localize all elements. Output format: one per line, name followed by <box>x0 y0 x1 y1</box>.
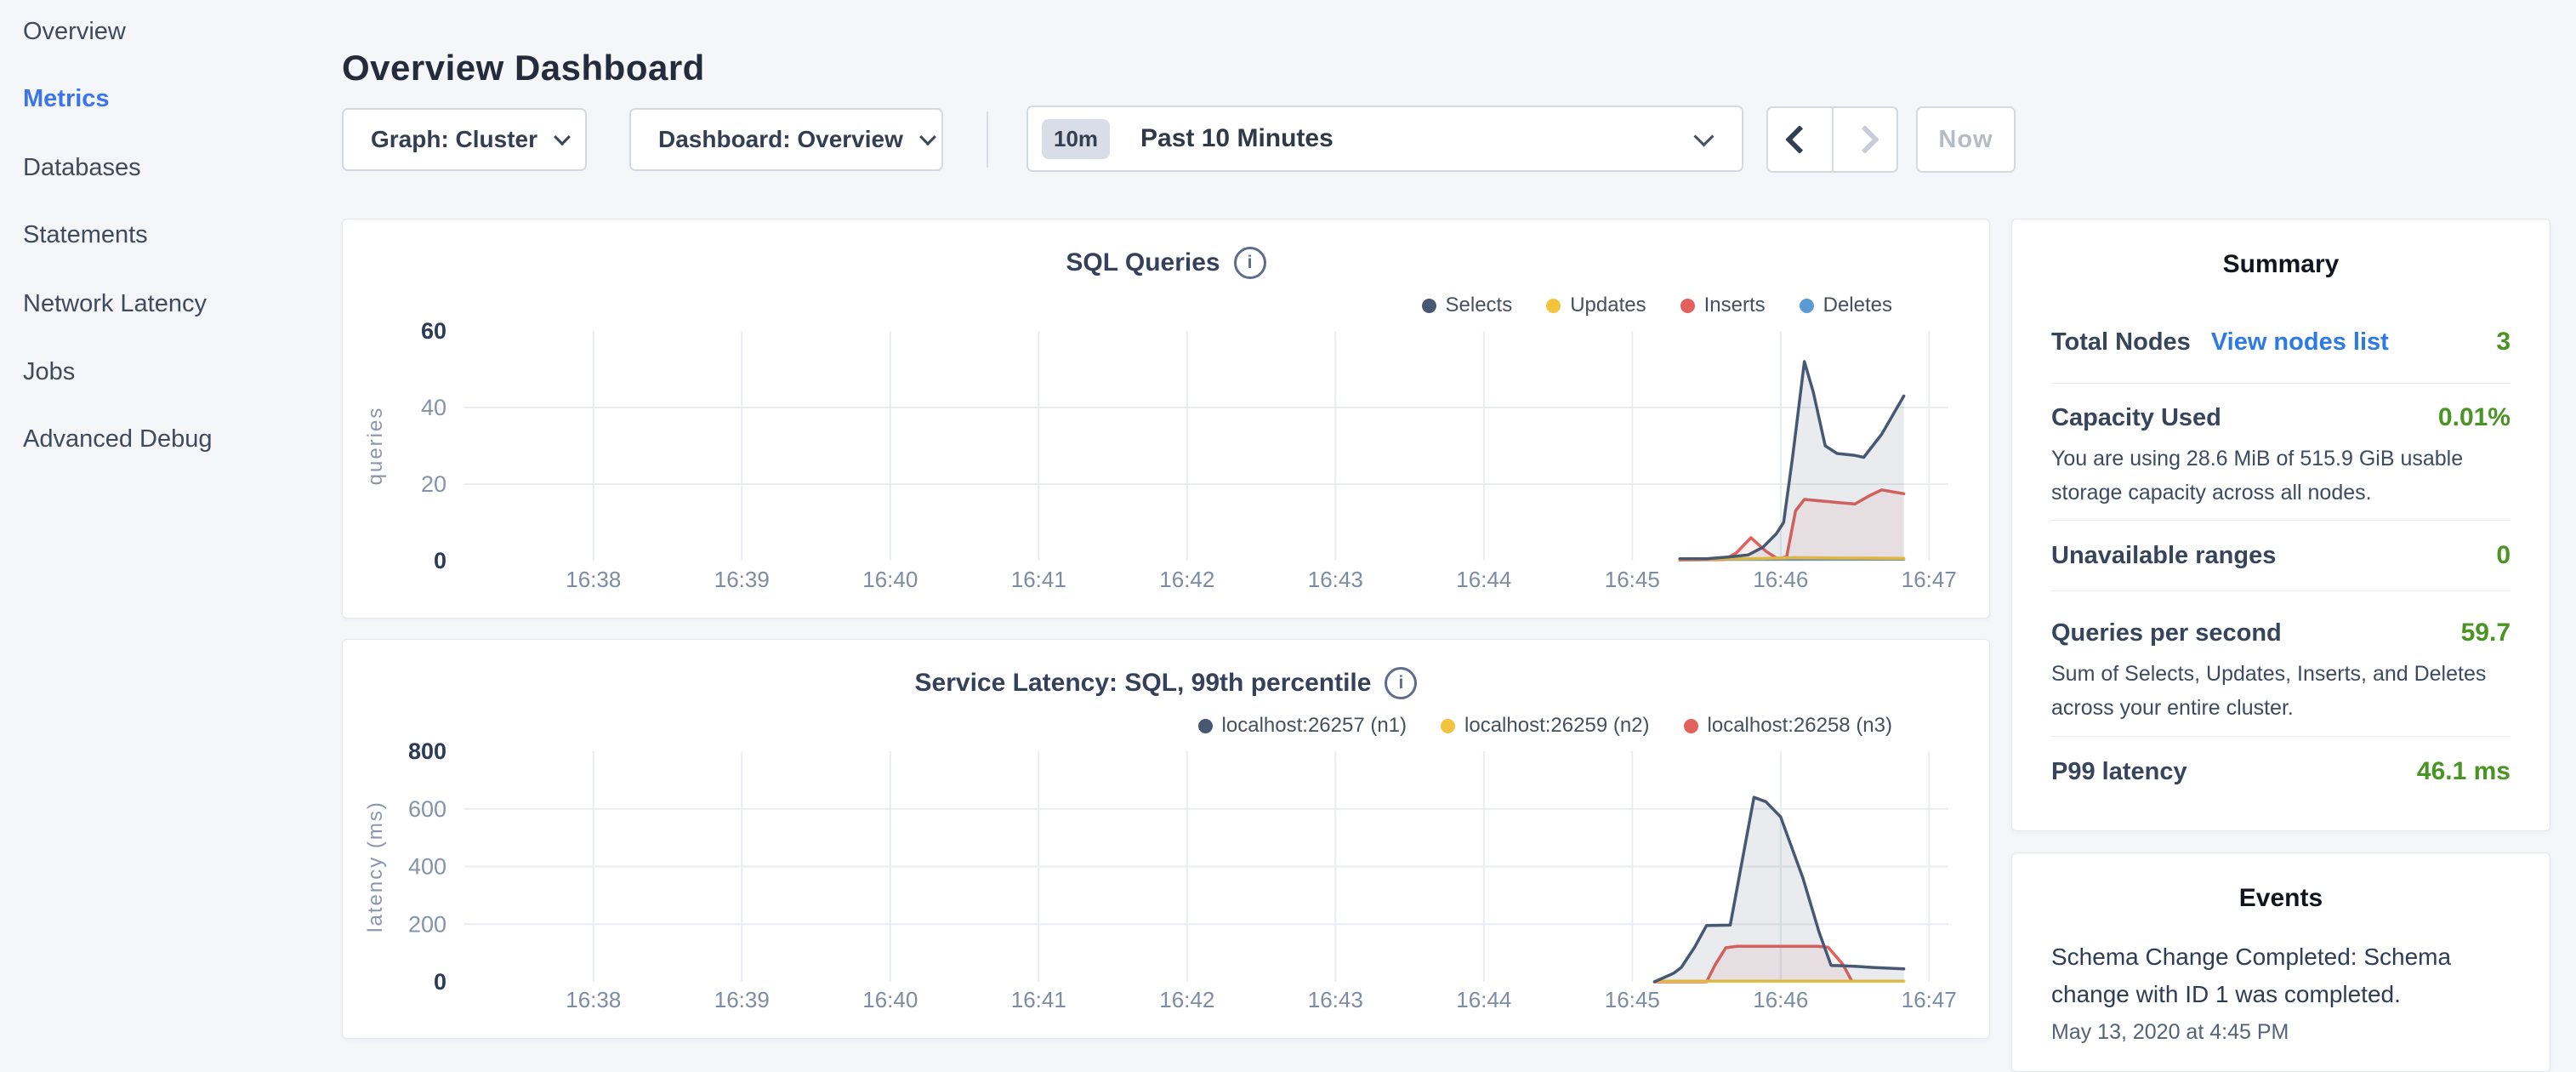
svg-text:latency (ms): latency (ms) <box>364 801 387 932</box>
sidebar-item-overview[interactable]: Overview <box>23 15 126 48</box>
next-range-button[interactable] <box>1834 108 1897 171</box>
summary-row-description: You are using 28.6 MiB of 515.9 GiB usab… <box>2051 442 2532 510</box>
summary-row-label: Capacity Used <box>2051 404 2221 432</box>
svg-text:16:44: 16:44 <box>1456 567 1511 592</box>
summary-row-label: P99 latency <box>2051 758 2187 786</box>
svg-text:0: 0 <box>434 548 446 573</box>
service-latency-plot[interactable]: 16:38 16:39 16:40 16:41 16:42 16:43 16:44 16:45… <box>343 640 1991 1040</box>
svg-text:16:41: 16:41 <box>1011 567 1066 592</box>
summary-row-label: Unavailable ranges <box>2051 542 2276 570</box>
summary-row-label: Total Nodes <box>2051 328 2191 356</box>
graph-scope-dropdown[interactable]: Graph: Cluster <box>342 108 587 171</box>
page-title: Overview Dashboard <box>342 48 705 88</box>
summary-divider <box>2051 590 2511 591</box>
svg-text:800: 800 <box>408 738 446 764</box>
summary-row-value: 0 <box>2496 541 2511 570</box>
graph-scope-label: Graph: Cluster <box>371 126 537 153</box>
time-step-group <box>1766 106 1898 173</box>
time-range-badge: 10m <box>1042 119 1110 159</box>
toolbar-divider <box>987 111 988 168</box>
summary-title: Summary <box>2012 250 2550 279</box>
summary-row-value: 0.01% <box>2438 403 2511 432</box>
svg-text:16:44: 16:44 <box>1456 987 1511 1012</box>
events-panel: Events Schema Change Completed: Schema c… <box>2011 852 2550 1072</box>
svg-text:400: 400 <box>408 854 446 880</box>
now-button-label: Now <box>1918 126 2014 154</box>
svg-text:16:42: 16:42 <box>1159 567 1214 592</box>
summary-row: P99 latency 46.1 ms <box>2051 757 2511 786</box>
db-console-page: { "app": { "bg": "#f4f6fa", "accent_blue… <box>0 0 2576 1052</box>
sidebar-item-metrics[interactable]: Metrics <box>23 83 110 115</box>
svg-text:16:38: 16:38 <box>566 567 621 592</box>
summary-row: Total Nodes View nodes list 3 <box>2051 328 2511 356</box>
svg-text:16:47: 16:47 <box>1902 987 1957 1012</box>
svg-text:600: 600 <box>408 796 446 822</box>
sql-queries-plot[interactable]: 16:38 16:39 16:40 16:41 16:42 16:43 16:44 16:45… <box>343 220 1991 619</box>
summary-row: Unavailable ranges 0 <box>2051 541 2511 570</box>
prev-range-button[interactable] <box>1768 108 1834 171</box>
summary-row-value: 46.1 ms <box>2417 757 2511 786</box>
chevron-down-icon <box>919 128 936 145</box>
sidebar-item-network-latency[interactable]: Network Latency <box>23 288 207 320</box>
summary-divider <box>2051 520 2511 521</box>
view-nodes-list-link[interactable]: View nodes list <box>2211 328 2389 356</box>
dashboard-label: Dashboard: Overview <box>658 126 903 153</box>
chevron-down-icon <box>1693 126 1714 146</box>
svg-text:40: 40 <box>421 395 446 420</box>
svg-text:16:45: 16:45 <box>1605 987 1660 1012</box>
time-range-label: Past 10 Minutes <box>1140 124 1333 153</box>
sidebar-item-jobs[interactable]: Jobs <box>23 356 75 388</box>
sidebar-item-advanced-debug[interactable]: Advanced Debug <box>23 423 213 455</box>
svg-text:16:46: 16:46 <box>1753 567 1808 592</box>
svg-text:16:40: 16:40 <box>862 987 918 1012</box>
summary-divider <box>2051 383 2511 384</box>
summary-divider <box>2051 736 2511 737</box>
svg-text:16:39: 16:39 <box>714 987 770 1012</box>
now-button[interactable]: Now <box>1916 106 2016 173</box>
sidebar-nav: Overview Metrics Databases Statements Networ… <box>0 0 323 1052</box>
svg-text:queries: queries <box>364 407 387 486</box>
service-latency-chart-card: Service Latency: SQL, 99th percentile i … <box>342 639 1990 1039</box>
event-entry-timestamp: May 13, 2020 at 4:45 PM <box>2051 1020 2532 1045</box>
svg-text:16:40: 16:40 <box>862 567 918 592</box>
svg-text:16:43: 16:43 <box>1308 567 1363 592</box>
svg-text:16:38: 16:38 <box>566 987 621 1012</box>
chevron-right-icon <box>1851 125 1879 154</box>
svg-text:16:45: 16:45 <box>1605 567 1660 592</box>
summary-row-description: Sum of Selects, Updates, Inserts, and De… <box>2051 657 2532 725</box>
svg-text:16:41: 16:41 <box>1011 987 1066 1012</box>
summary-row: Capacity Used 0.01% <box>2051 403 2511 432</box>
svg-text:200: 200 <box>408 911 446 937</box>
sidebar-item-statements[interactable]: Statements <box>23 219 148 251</box>
svg-text:16:39: 16:39 <box>714 567 770 592</box>
chevron-down-icon <box>554 128 571 145</box>
sql-queries-chart-card: SQL Queries i SelectsUpdatesInsertsDelet… <box>342 219 1990 619</box>
summary-row-value: 59.7 <box>2461 619 2511 647</box>
dashboard-dropdown[interactable]: Dashboard: Overview <box>629 108 943 171</box>
summary-row-label: Queries per second <box>2051 619 2282 647</box>
svg-text:60: 60 <box>421 318 446 344</box>
svg-text:16:47: 16:47 <box>1902 567 1957 592</box>
time-range-select[interactable]: 10m Past 10 Minutes <box>1026 105 1743 172</box>
sidebar-item-databases[interactable]: Databases <box>23 151 141 184</box>
svg-text:16:43: 16:43 <box>1308 987 1363 1012</box>
summary-row-value: 3 <box>2496 328 2511 356</box>
event-entry-text[interactable]: Schema Change Completed: Schema change w… <box>2051 938 2532 1013</box>
svg-text:0: 0 <box>434 969 446 995</box>
events-title: Events <box>2012 884 2550 913</box>
summary-panel: Summary Total Nodes View nodes list 3 Capac… <box>2011 219 2550 831</box>
svg-text:20: 20 <box>421 471 446 497</box>
chevron-left-icon <box>1785 125 1814 154</box>
summary-row: Queries per second 59.7 <box>2051 619 2511 647</box>
svg-text:16:46: 16:46 <box>1753 987 1808 1012</box>
svg-text:16:42: 16:42 <box>1159 987 1214 1012</box>
